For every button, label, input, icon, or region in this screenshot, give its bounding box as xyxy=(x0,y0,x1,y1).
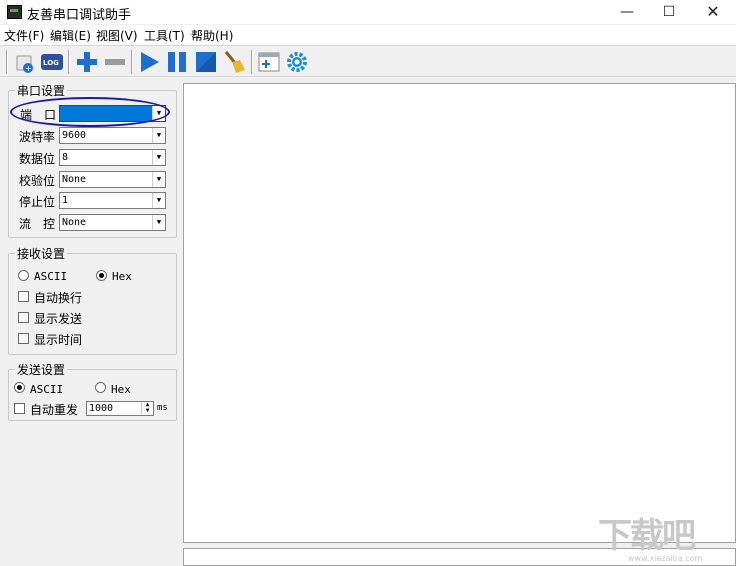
chevron-down-icon: ▼ xyxy=(152,150,165,165)
clear-broom-icon[interactable] xyxy=(222,50,246,74)
auto-wrap-label: 自动换行 xyxy=(34,291,83,305)
parity-label: 校验位 xyxy=(19,174,56,188)
stopbits-label: 停止位 xyxy=(19,195,56,209)
resend-interval-input[interactable]: 1000 ▲ ▼ xyxy=(86,401,154,416)
receive-ascii-radio[interactable] xyxy=(18,270,29,281)
interval-unit-label: ms xyxy=(157,403,168,413)
remove-icon[interactable] xyxy=(103,50,127,74)
log-icon[interactable]: LOG xyxy=(40,50,64,74)
receive-hex-radio[interactable] xyxy=(96,270,107,281)
stop-icon[interactable] xyxy=(194,50,218,74)
title-bar: 友善串口调试助手 — ☐ ✕ xyxy=(0,0,736,24)
show-time-label: 显示时间 xyxy=(34,333,83,347)
chevron-down-icon: ▼ xyxy=(152,128,165,143)
group-title: 接收设置 xyxy=(15,245,68,262)
spinner-arrows-icon[interactable]: ▲ ▼ xyxy=(141,402,153,415)
toolbar-separator xyxy=(251,50,253,74)
baud-select[interactable]: 9600 ▼ xyxy=(59,127,166,144)
menu-help[interactable]: 帮助(H) xyxy=(191,27,233,44)
databits-label: 数据位 xyxy=(19,152,56,166)
show-send-checkbox[interactable] xyxy=(18,312,29,323)
add-window-icon[interactable] xyxy=(257,50,281,74)
chevron-down-icon: ▼ xyxy=(152,193,165,208)
pause-icon[interactable] xyxy=(165,50,189,74)
menu-file[interactable]: 文件(F) xyxy=(4,27,44,44)
toolbar: + LOG xyxy=(0,45,736,77)
app-icon xyxy=(7,5,22,19)
stopbits-select[interactable]: 1 ▼ xyxy=(59,192,166,209)
svg-text:+: + xyxy=(25,64,32,73)
settings-gear-icon[interactable] xyxy=(285,50,309,74)
chevron-down-icon: ▼ xyxy=(152,215,165,230)
menu-view[interactable]: 视图(V) xyxy=(96,27,138,44)
watermark-logo: 下载吧 xyxy=(598,516,696,556)
menu-tools[interactable]: 工具(T) xyxy=(144,27,185,44)
auto-wrap-checkbox[interactable] xyxy=(18,291,29,302)
window-title: 友善串口调试助手 xyxy=(27,8,132,23)
add-icon[interactable] xyxy=(75,50,99,74)
send-hex-radio[interactable] xyxy=(95,382,106,393)
receive-text-area[interactable] xyxy=(183,83,736,543)
watermark-url: www.xiazaiba.com xyxy=(628,554,703,563)
minimize-button[interactable]: — xyxy=(604,0,650,24)
toolbar-separator xyxy=(68,50,70,74)
run-icon[interactable] xyxy=(137,50,161,74)
menu-edit[interactable]: 编辑(E) xyxy=(50,27,91,44)
auto-resend-checkbox[interactable] xyxy=(14,403,25,414)
flow-select[interactable]: None ▼ xyxy=(59,214,166,231)
group-title: 发送设置 xyxy=(15,361,68,378)
toolbar-separator xyxy=(6,50,8,74)
databits-select[interactable]: 8 ▼ xyxy=(59,149,166,166)
group-title: 串口设置 xyxy=(15,82,68,99)
receive-hex-label: Hex xyxy=(112,270,132,283)
receive-ascii-label: ASCII xyxy=(34,270,68,283)
svg-text:LOG: LOG xyxy=(43,59,59,67)
auto-resend-label: 自动重发 xyxy=(30,403,79,417)
close-button[interactable]: ✕ xyxy=(690,0,736,24)
maximize-button[interactable]: ☐ xyxy=(646,0,692,24)
send-ascii-radio[interactable] xyxy=(14,382,25,393)
highlight-annotation xyxy=(10,97,170,127)
chevron-down-icon: ▼ xyxy=(152,172,165,187)
show-time-checkbox[interactable] xyxy=(18,333,29,344)
toolbar-separator xyxy=(131,50,133,74)
show-send-label: 显示发送 xyxy=(34,312,83,326)
send-hex-label: Hex xyxy=(111,383,131,396)
flow-label: 流 控 xyxy=(19,217,56,231)
parity-select[interactable]: None ▼ xyxy=(59,171,166,188)
menu-bar: 文件(F) 编辑(E) 视图(V) 工具(T) 帮助(H) xyxy=(0,25,736,45)
send-ascii-label: ASCII xyxy=(30,383,64,396)
baud-label: 波特率 xyxy=(19,130,56,144)
new-port-icon[interactable]: + xyxy=(14,50,38,74)
